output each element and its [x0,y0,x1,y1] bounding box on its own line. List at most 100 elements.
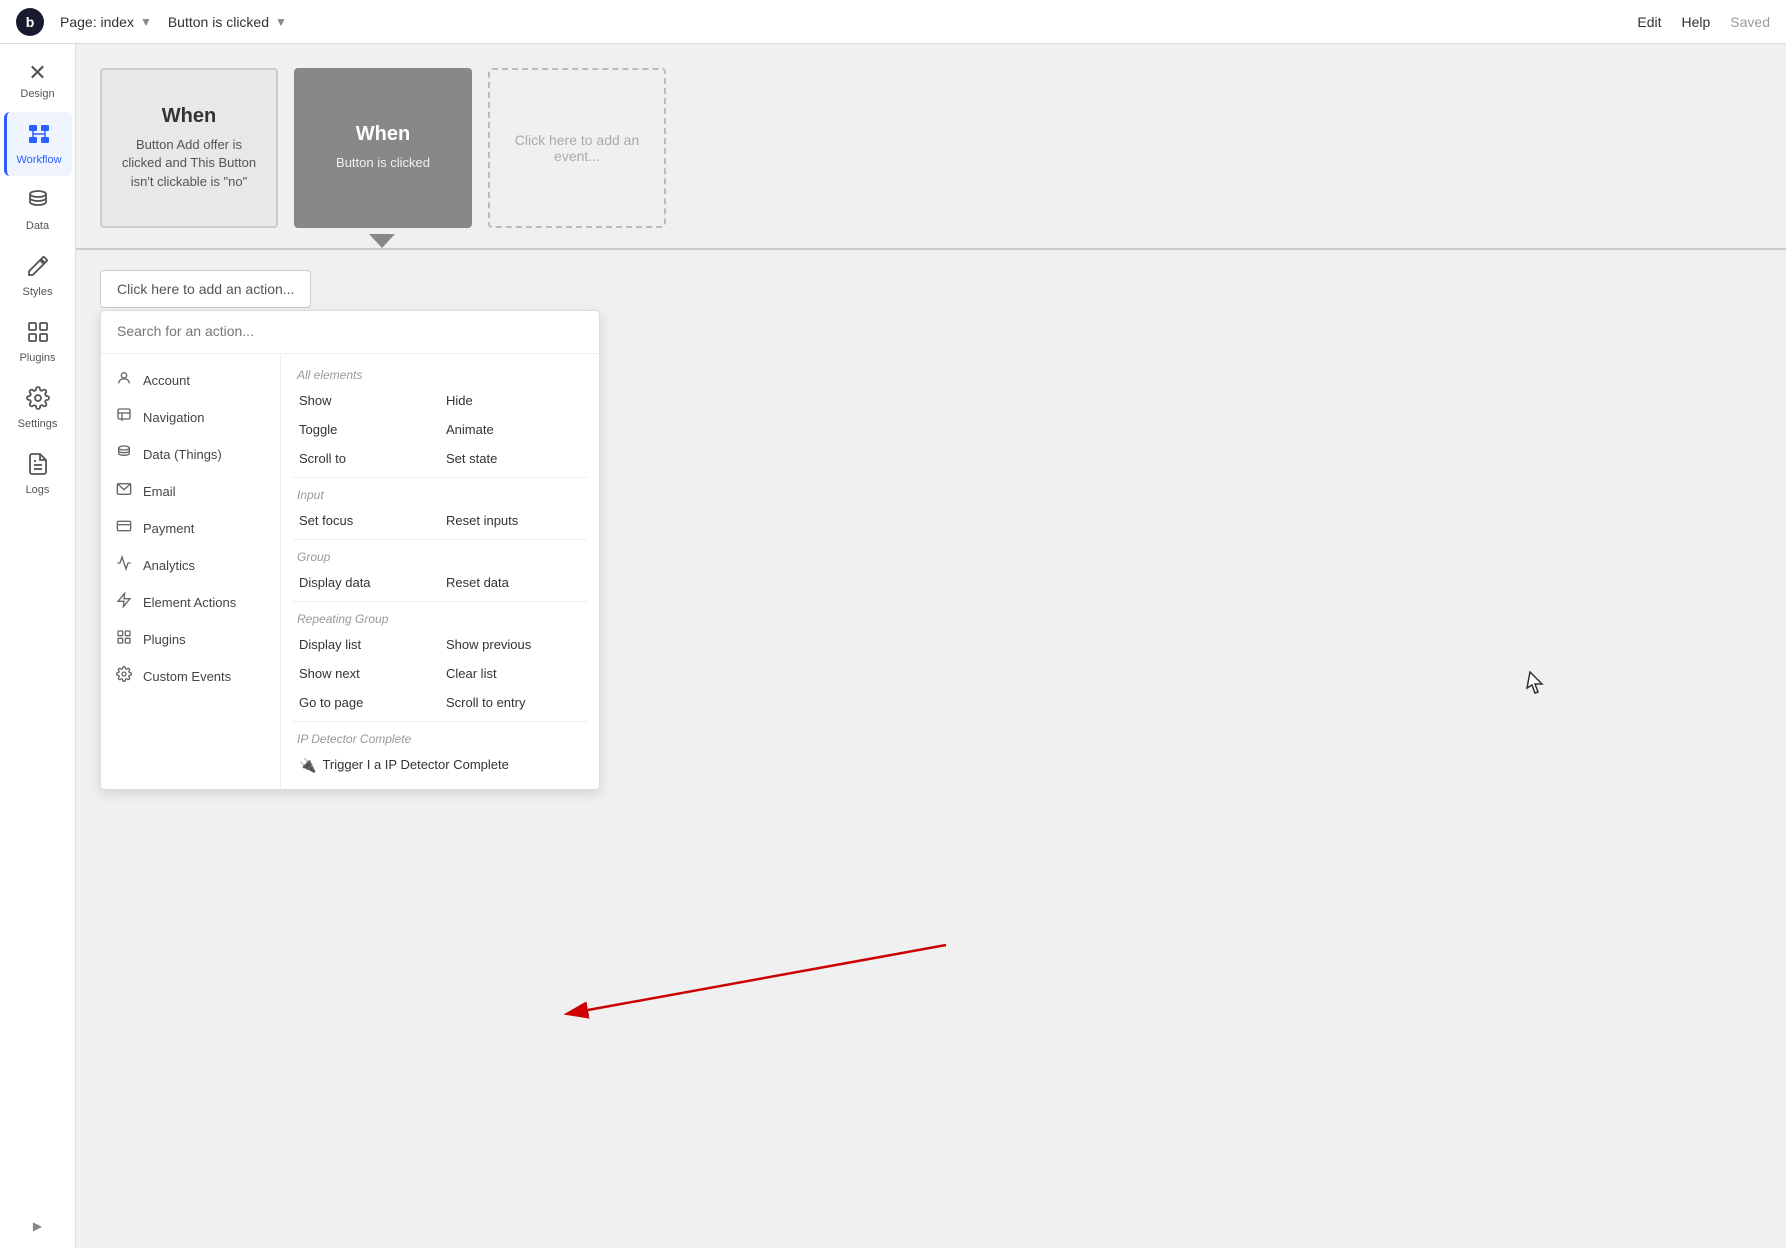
sidebar-collapse-button[interactable]: ▶ [28,1216,48,1236]
action-search-container [101,311,599,354]
action-trigger-ip[interactable]: 🔌 Trigger I a IP Detector Complete [293,750,587,781]
section-title-input: Input [293,482,587,506]
workflow-actions-area: Click here to add an action... Account [76,250,1786,1248]
sidebar-label-workflow: Workflow [16,154,61,166]
event-card-2-desc: Button is clicked [336,154,430,172]
action-reset-data[interactable]: Reset data [440,568,587,597]
dropdown-body: Account Navigation Data (T [101,354,599,789]
category-account[interactable]: Account [101,362,280,399]
sidebar-label-styles: Styles [23,286,53,298]
section-title-group: Group [293,544,587,568]
logs-icon [26,452,50,480]
category-navigation-label: Navigation [143,410,204,425]
account-icon [115,370,133,391]
sidebar-item-workflow[interactable]: Workflow [4,112,72,176]
workflow-arrow [76,228,1786,248]
sidebar-label-plugins: Plugins [19,352,55,364]
email-icon [115,481,133,502]
add-action-button[interactable]: Click here to add an action... [100,270,311,308]
category-navigation[interactable]: Navigation [101,399,280,436]
action-display-list[interactable]: Display list [293,630,440,659]
data-things-icon [115,444,133,465]
category-custom-events[interactable]: Custom Events [101,658,280,695]
sidebar-label-logs: Logs [26,484,50,496]
category-plugins[interactable]: Plugins [101,621,280,658]
action-clear-list[interactable]: Clear list [440,659,587,688]
sidebar-label-settings: Settings [18,418,58,430]
section-title-ip-detector: IP Detector Complete [293,726,587,750]
category-email[interactable]: Email [101,473,280,510]
category-custom-events-label: Custom Events [143,669,231,684]
event-card-add[interactable]: Click here to add an event... [488,68,666,228]
page-selector[interactable]: Page: index ▼ [60,14,152,30]
workflow-events-row: When Button Add offer is clicked and Thi… [76,44,1786,228]
topbar-actions: Edit Help Saved [1637,14,1770,30]
event-card-add-label: Click here to add an event... [506,132,648,164]
sidebar-item-plugins[interactable]: Plugins [4,310,72,374]
category-payment[interactable]: Payment [101,510,280,547]
category-analytics-label: Analytics [143,558,195,573]
action-set-state[interactable]: Set state [440,444,587,473]
workflow-icon [27,122,51,150]
action-search-input[interactable] [117,323,583,339]
sidebar-item-logs[interactable]: Logs [4,442,72,506]
sidebar: ✕ Design Workflow Data Styles Plugins [0,44,76,1248]
action-toggle[interactable]: Toggle [293,415,440,444]
action-animate[interactable]: Animate [440,415,587,444]
action-show-previous[interactable]: Show previous [440,630,587,659]
section-title-repeating-group: Repeating Group [293,606,587,630]
sidebar-item-settings[interactable]: Settings [4,376,72,440]
workflow-selector[interactable]: Button is clicked ▼ [168,14,287,30]
categories-list: Account Navigation Data (T [101,354,281,789]
action-reset-inputs[interactable]: Reset inputs [440,506,587,535]
sidebar-item-data[interactable]: Data [4,178,72,242]
event-card-2-when: When [356,123,410,146]
section-title-all-elements: All elements [293,362,587,386]
action-show-next[interactable]: Show next [293,659,440,688]
ip-detector-icon: 🔌 [299,757,316,774]
edit-button[interactable]: Edit [1637,14,1661,30]
action-scroll-to-entry[interactable]: Scroll to entry [440,688,587,717]
category-plugins-label: Plugins [143,632,186,647]
main-layout: ✕ Design Workflow Data Styles Plugins [0,44,1786,1248]
category-element-actions-label: Element Actions [143,595,236,610]
app-logo: b [16,8,44,36]
event-card-2[interactable]: When Button is clicked [294,68,472,228]
design-icon: ✕ [28,62,46,84]
page-label: Page: index [60,14,134,30]
group-grid: Display data Reset data [293,568,587,606]
sidebar-item-design[interactable]: ✕ Design [4,52,72,110]
sidebar-label-data: Data [26,220,49,232]
event-card-1[interactable]: When Button Add offer is clicked and Thi… [100,68,278,228]
actions-list: All elements Show Hide Toggle Animate Sc… [281,354,599,789]
action-go-to-page[interactable]: Go to page [293,688,440,717]
action-show[interactable]: Show [293,386,440,415]
styles-icon [26,254,50,282]
action-hide[interactable]: Hide [440,386,587,415]
plugins-cat-icon [115,629,133,650]
category-element-actions[interactable]: Element Actions [101,584,280,621]
page-dropdown-icon: ▼ [140,15,152,29]
action-set-focus[interactable]: Set focus [293,506,440,535]
data-icon [26,188,50,216]
workflow-label: Button is clicked [168,14,269,30]
category-account-label: Account [143,373,190,388]
category-analytics[interactable]: Analytics [101,547,280,584]
input-grid: Set focus Reset inputs [293,506,587,544]
help-button[interactable]: Help [1682,14,1711,30]
action-scroll-to[interactable]: Scroll to [293,444,440,473]
content-area: When Button Add offer is clicked and Thi… [76,44,1786,1248]
event-card-1-desc: Button Add offer is clicked and This But… [118,136,260,191]
saved-status: Saved [1730,14,1770,30]
category-data[interactable]: Data (Things) [101,436,280,473]
element-actions-icon [115,592,133,613]
plugins-icon [26,320,50,348]
workflow-dropdown-icon: ▼ [275,15,287,29]
mouse-cursor [1526,670,1546,699]
analytics-icon [115,555,133,576]
action-display-data[interactable]: Display data [293,568,440,597]
payment-icon [115,518,133,539]
custom-events-icon [115,666,133,687]
topbar: b Page: index ▼ Button is clicked ▼ Edit… [0,0,1786,44]
sidebar-item-styles[interactable]: Styles [4,244,72,308]
